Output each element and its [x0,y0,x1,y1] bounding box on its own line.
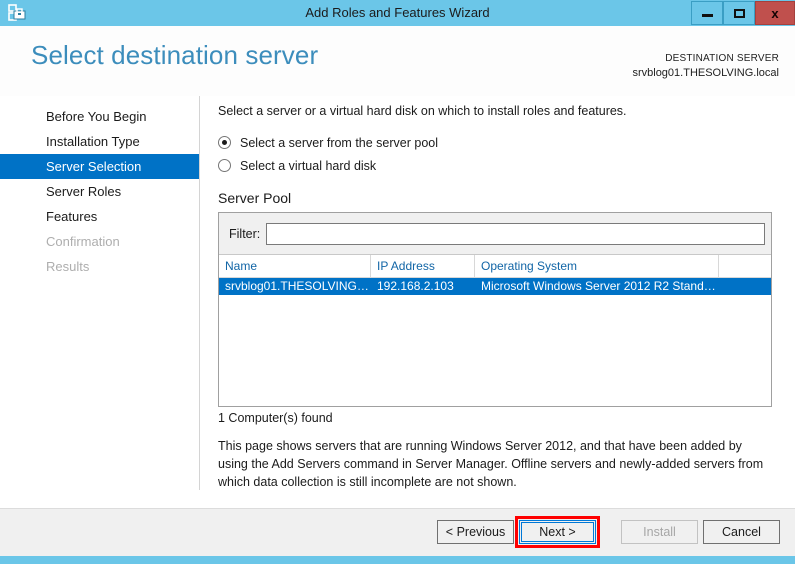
cancel-button[interactable]: Cancel [703,520,780,544]
server-grid-body: srvblog01.THESOLVING.l... 192.168.2.103 … [219,278,771,406]
previous-button[interactable]: < Previous [437,520,514,544]
cell-server-name: srvblog01.THESOLVING.l... [225,279,371,293]
column-header-operating-system[interactable]: Operating System [475,255,719,277]
install-button: Install [621,520,698,544]
computers-found-text: 1 Computer(s) found [218,411,333,425]
window-title: Add Roles and Features Wizard [305,5,490,20]
main-content: Select a server or a virtual hard disk o… [218,104,778,491]
next-button-wrapper: Next > [515,516,600,548]
table-row[interactable]: srvblog01.THESOLVING.l... 192.168.2.103 … [219,278,771,295]
sidebar-item-before-you-begin[interactable]: Before You Begin [0,104,199,129]
destination-server-info: DESTINATION SERVER srvblog01.THESOLVING.… [632,52,779,80]
filter-bar: Filter: [219,213,771,255]
destination-server-name: srvblog01.THESOLVING.local [632,67,779,79]
radio-server-pool-icon[interactable] [218,136,231,149]
title-bar: Add Roles and Features Wizard x [0,0,795,26]
radio-option-server-pool[interactable]: Select a server from the server pool [218,132,778,153]
column-header-extra[interactable] [719,255,771,277]
close-button[interactable]: x [755,1,795,25]
window-controls: x [691,0,795,26]
cell-ip-address: 192.168.2.103 [377,279,454,293]
filter-label: Filter: [229,226,261,241]
destination-server-label: DESTINATION SERVER [665,53,779,64]
server-pool-panel: Filter: Name IP Address Operating System… [218,212,772,407]
column-header-ip-address[interactable]: IP Address [371,255,475,277]
maximize-button[interactable] [723,1,755,25]
column-header-name[interactable]: Name [219,255,371,277]
cell-operating-system: Microsoft Windows Server 2012 R2 Standar… [481,279,719,293]
intro-text: Select a server or a virtual hard disk o… [218,104,627,118]
maximize-icon [733,8,745,18]
sidebar-item-confirmation: Confirmation [46,234,120,249]
sidebar-divider [199,96,200,490]
next-button[interactable]: Next > [519,520,596,544]
filter-input[interactable] [266,222,765,245]
radio-virtual-hard-disk-label: Select a virtual hard disk [240,158,377,173]
sidebar-item-results: Results [46,259,90,274]
minimize-button[interactable] [691,1,723,25]
server-grid-header: Name IP Address Operating System [219,255,771,278]
radio-option-virtual-hard-disk[interactable]: Select a virtual hard disk [218,155,778,176]
wizard-steps-nav: Before You Begin Installation Type Serve… [0,104,199,279]
cell-extra [719,278,771,295]
wizard-window: Add Roles and Features Wizard x Select d… [0,0,795,564]
page-title: Select destination server [31,40,319,70]
sidebar-item-features[interactable]: Features [0,204,199,229]
server-manager-icon [4,0,30,26]
sidebar-item-server-roles[interactable]: Server Roles [0,179,199,204]
server-grid: Name IP Address Operating System srvblog… [219,255,771,406]
radio-virtual-hard-disk-icon[interactable] [218,159,231,172]
sidebar-item-installation-type[interactable]: Installation Type [0,129,199,154]
radio-server-pool-label: Select a server from the server pool [240,135,438,150]
minimize-icon [701,14,713,17]
page-header: Select destination server DESTINATION SE… [0,26,795,96]
wizard-body: Before You Begin Installation Type Serve… [0,96,795,508]
sidebar-item-server-selection[interactable]: Server Selection [0,154,199,179]
server-pool-section-title: Server Pool [218,190,292,206]
page-description: This page shows servers that are running… [218,439,764,489]
wizard-footer: < Previous Next > Install Cancel [0,508,795,557]
footer-button-group: < Previous Next > Install Cancel [437,516,780,548]
bottom-accent-strip [0,556,795,564]
